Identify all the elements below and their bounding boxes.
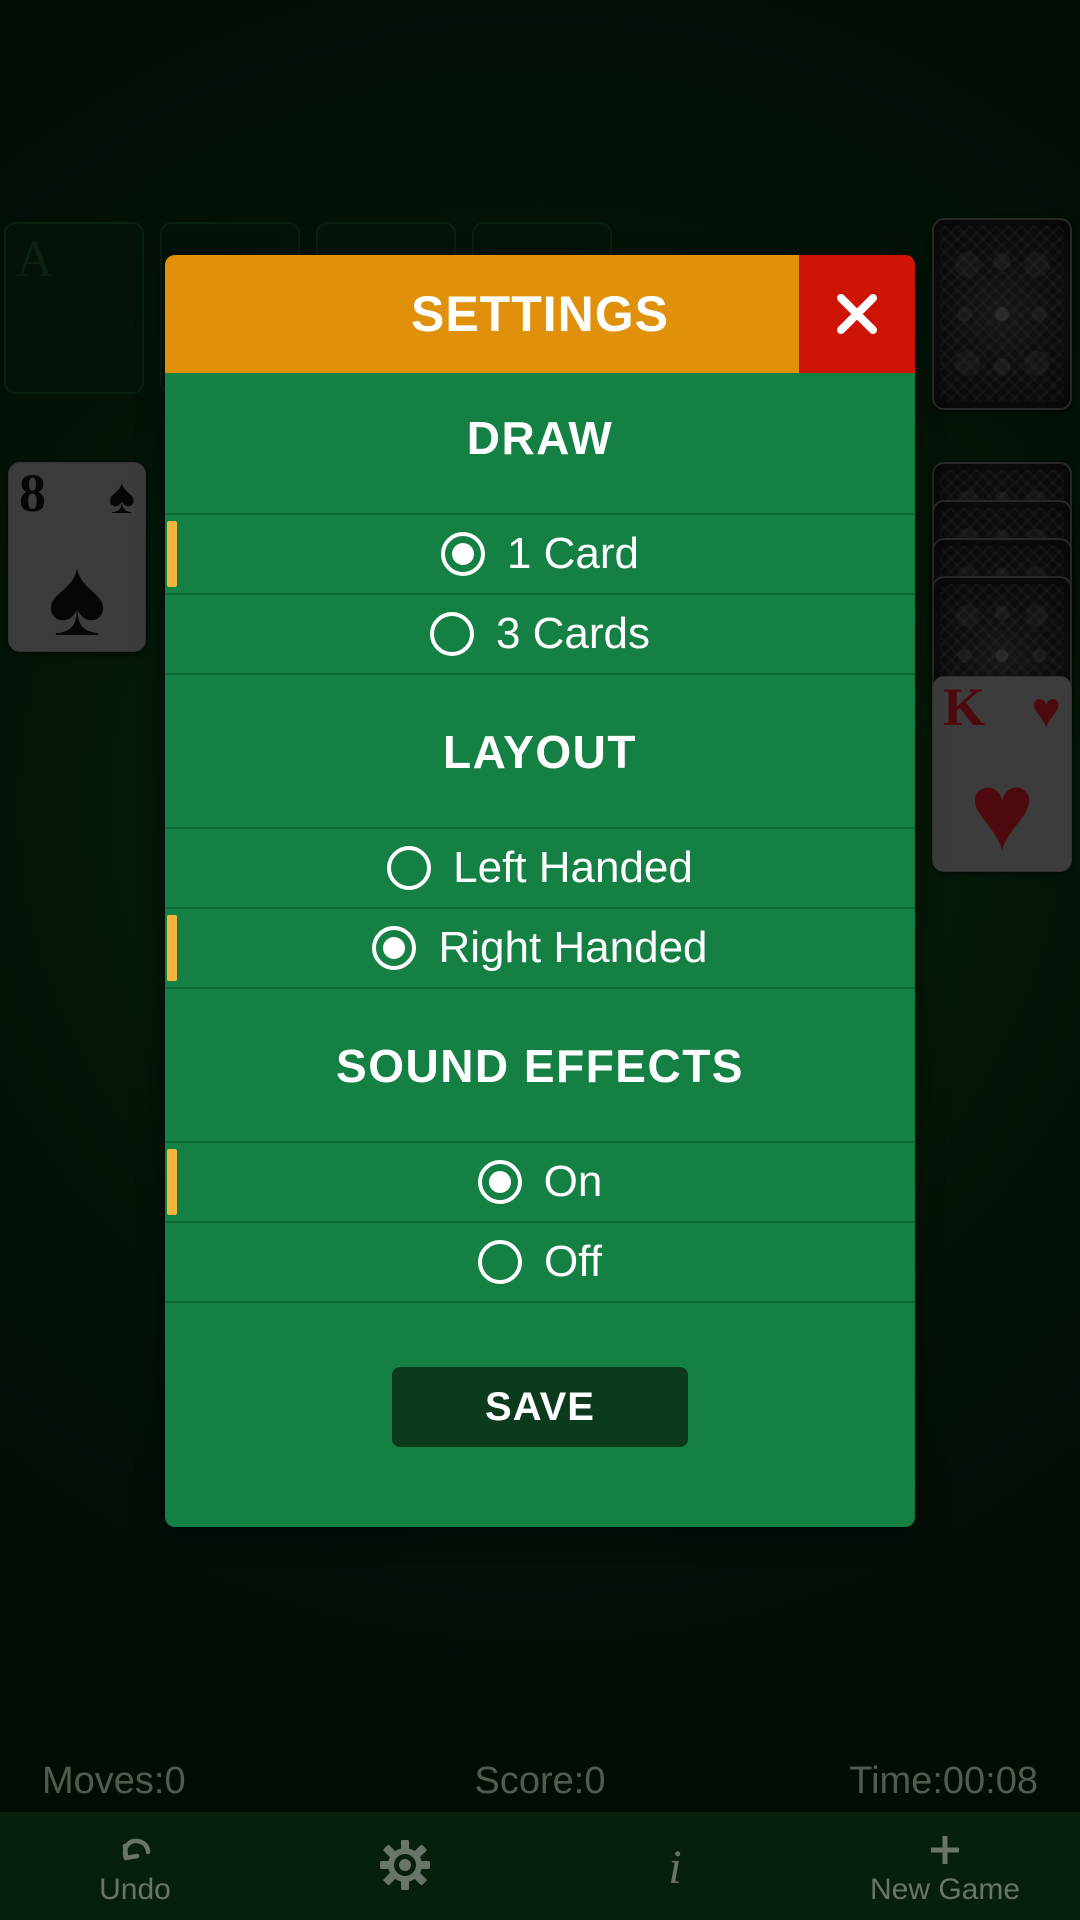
close-icon <box>829 286 885 342</box>
option-label: 3 Cards <box>495 609 651 658</box>
section-title-layout: LAYOUT <box>165 675 915 829</box>
option-draw-3-cards[interactable]: 3 Cards <box>165 595 915 675</box>
section-title-sound-effects: SOUND EFFECTS <box>165 989 915 1143</box>
option-label: Off <box>544 1237 602 1286</box>
option-sound-off[interactable]: Off <box>165 1223 915 1303</box>
dialog-body: DRAW 1 Card 3 Cards LAYOUT Left Handed R… <box>165 373 915 1527</box>
radio-draw-3-cards[interactable] <box>429 612 474 656</box>
radio-sound-on[interactable] <box>477 1160 522 1204</box>
dialog-title: SETTINGS <box>410 286 670 342</box>
nav-item-new-game[interactable]: New Game <box>810 1812 1080 1920</box>
plus-icon <box>923 1827 967 1873</box>
nav-item-settings[interactable] <box>270 1812 540 1920</box>
gear-icon <box>379 1840 431 1890</box>
option-sound-on[interactable]: On <box>165 1143 915 1223</box>
info-icon: i <box>658 1841 692 1891</box>
close-button[interactable] <box>799 255 915 373</box>
option-label: Right Handed <box>438 923 708 972</box>
score-counter: Score:0 <box>474 1759 606 1802</box>
dialog-header: SETTINGS <box>165 255 915 373</box>
svg-text:i: i <box>668 1841 681 1891</box>
radio-dot <box>451 543 474 565</box>
radio-dot <box>488 1171 511 1193</box>
save-button[interactable]: SAVE <box>392 1367 688 1447</box>
option-label: 1 Card <box>506 529 640 578</box>
time-counter: Time:00:08 <box>849 1759 1038 1802</box>
radio-left-handed[interactable] <box>387 846 432 890</box>
option-layout-right-handed[interactable]: Right Handed <box>165 909 915 989</box>
settings-dialog: SETTINGS DRAW 1 Card 3 Cards LAYOUT Left… <box>165 255 915 1527</box>
status-bar: Moves:0 Score:0 Time:00:08 <box>0 1750 1080 1812</box>
radio-dot <box>383 937 406 959</box>
selected-marker <box>167 521 177 587</box>
radio-draw-1-card[interactable] <box>440 532 485 576</box>
nav-item-info[interactable]: i <box>540 1812 810 1920</box>
selected-marker <box>167 1149 177 1215</box>
nav-label: New Game <box>869 1873 1021 1906</box>
option-draw-1-card[interactable]: 1 Card <box>165 515 915 595</box>
selected-marker <box>167 915 177 981</box>
nav-label: Undo <box>99 1873 171 1906</box>
nav-item-undo[interactable]: Undo <box>0 1812 270 1920</box>
save-button-wrap: SAVE <box>165 1303 915 1447</box>
option-layout-left-handed[interactable]: Left Handed <box>165 829 915 909</box>
section-title-draw: DRAW <box>165 373 915 515</box>
moves-counter: Moves:0 <box>42 1759 186 1802</box>
option-label: Left Handed <box>453 843 693 892</box>
radio-right-handed[interactable] <box>372 926 417 970</box>
option-label: On <box>543 1157 603 1206</box>
bottom-nav-bar: Undo i New Game <box>0 1812 1080 1920</box>
undo-icon <box>113 1827 157 1873</box>
radio-sound-off[interactable] <box>478 1240 523 1284</box>
